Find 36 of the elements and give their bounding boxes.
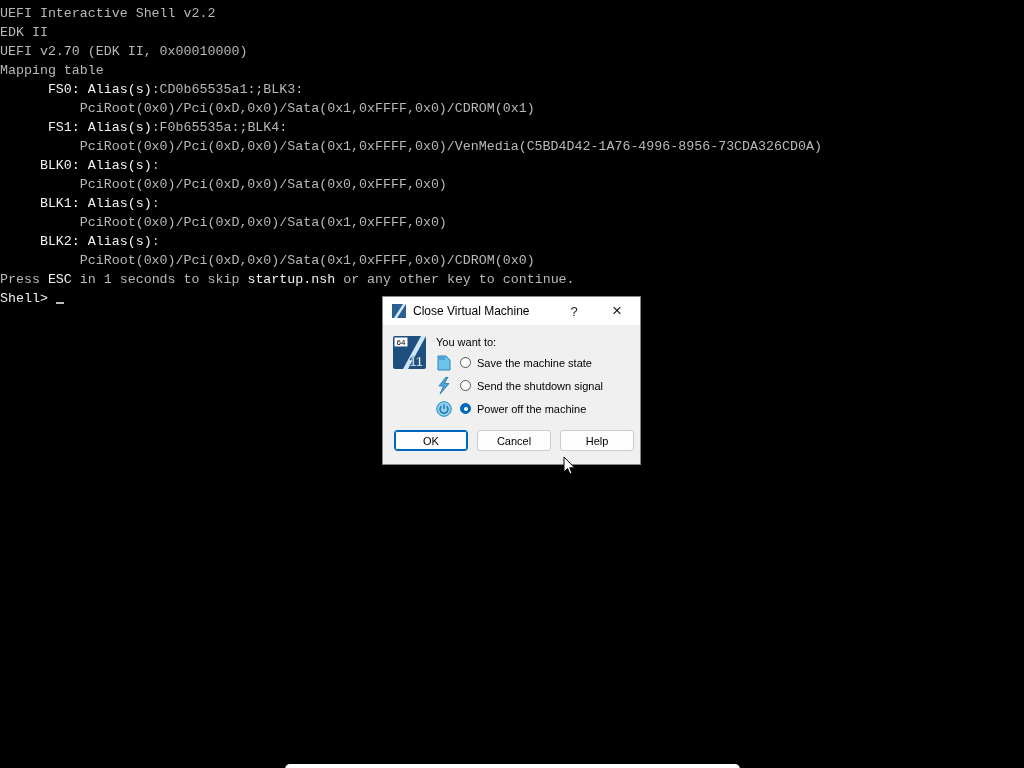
radio-button[interactable] [460, 380, 471, 391]
console-line: BLK0: Alias(s): [38, 157, 160, 175]
console-line: Press ESC in 1 seconds to skip startup.nsh or any other key to continue. [0, 271, 575, 289]
dialog-button[interactable]: OK [394, 430, 468, 451]
option-label[interactable]: Power off the machine [477, 402, 587, 415]
lightning-icon [437, 377, 451, 394]
app-icon [391, 303, 407, 319]
console-line: UEFI v2.70 (EDK II, 0x00010000) [0, 43, 248, 61]
console-line: UEFI Interactive Shell v2.2 [0, 5, 216, 23]
console-line: FS0: Alias(s):CD0b65535a1:;BLK3: [46, 81, 304, 99]
cursor-icon [55, 302, 64, 304]
console-line: PciRoot(0x0)/Pci(0xD,0x0)/Sata(0x1,0xFFFF,0x0) [78, 214, 447, 232]
console-line: Mapping table [0, 62, 104, 80]
mouse-pointer-icon [563, 456, 576, 475]
console-line: BLK1: Alias(s): [38, 195, 160, 213]
dialog-button[interactable]: Help [560, 430, 634, 451]
console-line: PciRoot(0x0)/Pci(0xD,0x0)/Sata(0x1,0xFFFF,0x0)/CDROM(0x0) [78, 252, 535, 270]
console-line: EDK II [0, 24, 48, 42]
console-line: FS1: Alias(s):F0b65535a:;BLK4: [46, 119, 288, 137]
radio-button[interactable] [460, 403, 471, 414]
console-line: PciRoot(0x0)/Pci(0xD,0x0)/Sata(0x1,0xFFFF,0x0)/VenMedia(C5BD4D42-1A76-4996-8956-73CDA326CD0A) [78, 138, 822, 156]
dialog-title: Close Virtual Machine [413, 304, 531, 318]
power-icon [436, 400, 452, 417]
radio-button[interactable] [460, 357, 471, 368]
option-label[interactable]: Save the machine state [477, 356, 592, 369]
console-line: PciRoot(0x0)/Pci(0xD,0x0)/Sata(0x0,0xFFFF,0x0) [78, 176, 447, 194]
console-line: PciRoot(0x0)/Pci(0xD,0x0)/Sata(0x1,0xFFFF,0x0)/CDROM(0x1) [78, 100, 535, 118]
dialog-button[interactable]: Cancel [477, 430, 551, 451]
os-logo-icon: 64 11 [393, 336, 426, 369]
shell-prompt: Shell> [0, 290, 48, 308]
question-text: You want to: [436, 336, 498, 348]
console-line: BLK2: Alias(s): [38, 233, 160, 251]
help-button[interactable]: ? [554, 303, 594, 319]
memory-card-icon [437, 354, 451, 371]
close-button[interactable]: × [594, 301, 640, 321]
option-label[interactable]: Send the shutdown signal [477, 379, 603, 392]
